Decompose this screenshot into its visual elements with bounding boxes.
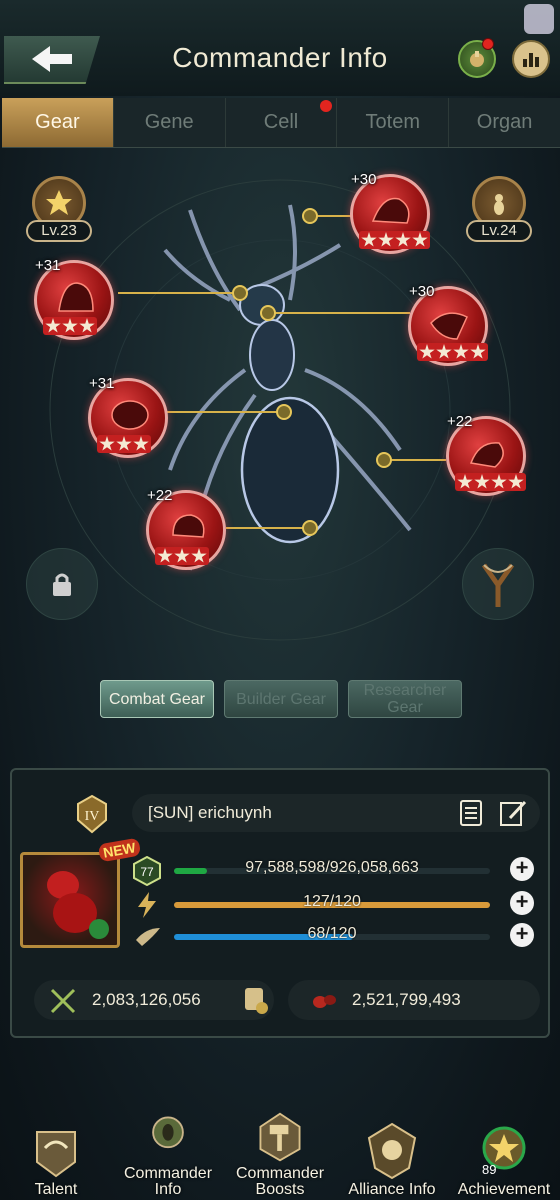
energy-row: 127/120 + — [132, 891, 542, 918]
nav-talent[interactable]: Talent — [0, 1110, 112, 1200]
add-stamina-button[interactable]: + — [510, 923, 534, 947]
bottom-nav: Talent Commander Info Commander Boosts A… — [0, 1110, 560, 1200]
nav-commander-info[interactable]: Commander Info — [112, 1110, 224, 1200]
gear-slot-head[interactable]: +31 — [34, 257, 114, 340]
ant-kills-icon — [313, 995, 336, 1008]
rank-iv-icon: IV — [77, 794, 107, 834]
exp-row: 77 97,588,598/926,058,663 + — [132, 856, 542, 886]
star-rating — [155, 547, 209, 565]
gear-armor-icon — [469, 442, 504, 468]
tab-gear[interactable]: Gear — [2, 98, 114, 147]
stamina-value: 68/120 — [307, 925, 357, 942]
lock-button[interactable] — [26, 548, 98, 620]
back-arrow-icon — [32, 46, 72, 72]
svg-text:77: 77 — [140, 865, 154, 879]
energy-value: 127/120 — [303, 893, 361, 910]
alliance-shield-icon — [367, 1122, 417, 1180]
tab-organ[interactable]: Organ — [449, 98, 560, 147]
commander-avatar[interactable]: NEW — [20, 837, 141, 948]
achievement-count: 89 — [482, 1162, 497, 1177]
add-energy-button[interactable]: + — [510, 891, 534, 915]
horn-icon — [136, 928, 160, 946]
level-badge-left[interactable]: Lv.23 — [24, 176, 94, 246]
rank-chart-icon[interactable] — [512, 40, 550, 78]
gear-slot-leg-right[interactable]: +22 — [446, 413, 526, 496]
name-bar: [SUN] erichuynh — [132, 794, 540, 832]
slingshot-button[interactable] — [462, 548, 534, 620]
gear-area: Lv.23 Lv.24 +31 +30 +30 +31 +22 +22 — [0, 150, 560, 650]
lightning-icon — [138, 892, 156, 918]
nav-achievement[interactable]: Achievement — [448, 1110, 560, 1200]
gear-slot-abdomen[interactable]: +22 — [146, 487, 226, 570]
level-badge-right[interactable]: Lv.24 — [464, 176, 534, 246]
overlay-icon[interactable] — [524, 4, 554, 34]
commander-name: [SUN] erichuynh — [148, 803, 272, 822]
notification-dot — [482, 38, 494, 50]
combat-gear-button[interactable]: Combat Gear — [100, 680, 214, 718]
notification-dot — [320, 100, 333, 112]
back-button[interactable] — [4, 36, 100, 84]
gear-armor-icon — [371, 197, 410, 224]
star-rating — [417, 343, 488, 361]
star-rating — [359, 231, 430, 249]
svg-text:IV: IV — [85, 809, 100, 824]
page-title: Commander Info — [172, 42, 388, 73]
tab-totem[interactable]: Totem — [337, 98, 450, 147]
notes-icon[interactable] — [456, 798, 486, 828]
kills-box[interactable]: 2,521,799,493 — [288, 980, 540, 1020]
slingshot-icon — [481, 563, 515, 607]
builder-gear-button[interactable]: Builder Gear — [224, 680, 338, 718]
exp-value: 97,588,598/926,058,663 — [245, 859, 419, 876]
ant-portrait-icon — [47, 871, 109, 939]
hammer-icon — [259, 1112, 301, 1162]
nav-alliance-info[interactable]: Alliance Info — [336, 1110, 448, 1200]
level-label: Lv.23 — [26, 220, 92, 242]
star-rating — [455, 473, 526, 491]
header-bar: Commander Info — [0, 0, 560, 96]
gear-slot-thorax[interactable]: +30 — [408, 283, 488, 366]
talent-icon — [36, 1131, 76, 1178]
gear-armor-icon — [430, 312, 468, 340]
add-exp-button[interactable]: + — [510, 857, 534, 881]
commander-panel: IV [SUN] erichuynh NEW 77 97,588,598/926… — [10, 768, 550, 1038]
gear-slot-antenna[interactable]: +30 — [350, 171, 430, 254]
kills-value: 2,521,799,493 — [352, 990, 461, 1009]
nav-commander-boosts[interactable]: Commander Boosts — [224, 1110, 336, 1200]
star-rating — [43, 317, 97, 335]
commander-info-icon — [152, 1116, 184, 1149]
gear-armor-icon — [172, 514, 205, 538]
might-box[interactable]: 2,083,126,056 — [34, 980, 274, 1020]
gear-armor-icon — [111, 400, 149, 430]
stamina-row: 68/120 + — [132, 923, 542, 950]
lock-icon — [53, 573, 71, 596]
edit-icon[interactable] — [498, 798, 528, 828]
might-value: 2,083,126,056 — [92, 990, 201, 1009]
star-rating — [97, 435, 151, 453]
scroll-icon[interactable] — [240, 984, 270, 1016]
tab-gene[interactable]: Gene — [114, 98, 226, 147]
crossed-swords-icon — [50, 988, 76, 1014]
gear-type-selector: Combat Gear Builder Gear Researcher Gear — [100, 680, 462, 718]
gear-slot-leg-left[interactable]: +31 — [88, 375, 168, 458]
tab-bar: Gear Gene Cell Totem Organ — [2, 98, 560, 148]
gear-armor-icon — [58, 282, 94, 312]
researcher-gear-button[interactable]: Researcher Gear — [348, 680, 462, 718]
tab-cell[interactable]: Cell — [226, 98, 338, 147]
level-icon: 77 — [133, 856, 161, 886]
level-label: Lv.24 — [466, 220, 532, 242]
